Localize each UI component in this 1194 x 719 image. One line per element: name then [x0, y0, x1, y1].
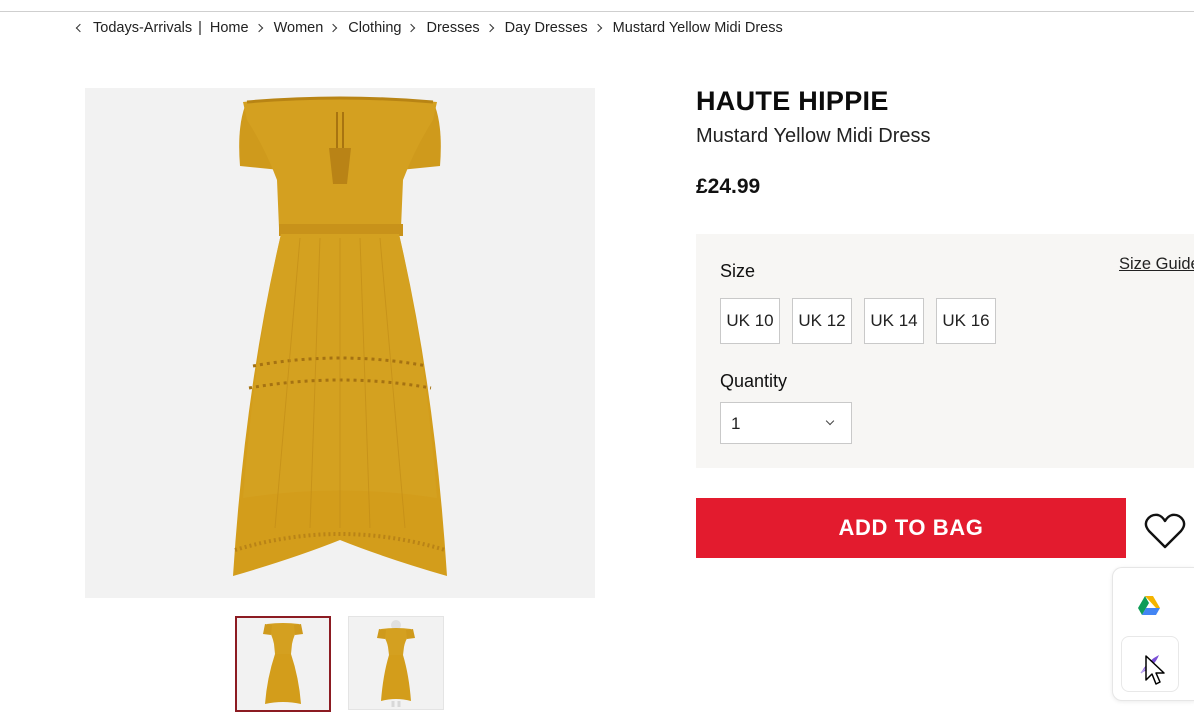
- add-to-bag-button[interactable]: ADD TO BAG: [696, 498, 1126, 558]
- breadcrumb: Todays-Arrivals | Home Women Clothing Dr…: [74, 20, 783, 36]
- chevron-right-icon: [329, 23, 338, 32]
- product-main-image[interactable]: [85, 88, 595, 598]
- breadcrumb-separator: |: [198, 20, 202, 36]
- wishlist-heart-icon[interactable]: [1143, 512, 1187, 550]
- dress-thumbnail-back: [377, 620, 415, 707]
- quantity-select[interactable]: 1: [720, 402, 852, 444]
- size-option-uk16[interactable]: UK 16: [936, 298, 996, 344]
- brand-name[interactable]: HAUTE HIPPIE: [696, 86, 889, 117]
- breadcrumb-women[interactable]: Women: [274, 20, 324, 36]
- quantity-value: 1: [731, 414, 741, 433]
- product-title: Mustard Yellow Midi Dress: [696, 125, 931, 147]
- breadcrumb-home[interactable]: Home: [210, 20, 249, 36]
- size-option-uk10[interactable]: UK 10: [720, 298, 780, 344]
- product-price: £24.99: [696, 175, 761, 198]
- breadcrumb-current[interactable]: Mustard Yellow Midi Dress: [613, 20, 783, 36]
- mouse-cursor-icon: [1144, 654, 1166, 688]
- dress-thumbnail-front: [263, 623, 303, 704]
- back-chevron-icon[interactable]: [74, 23, 86, 33]
- dress-illustration: [233, 96, 447, 576]
- chevron-right-icon: [407, 23, 416, 32]
- top-divider: [0, 0, 1194, 12]
- breadcrumb-dresses[interactable]: Dresses: [426, 20, 479, 36]
- google-drive-icon[interactable]: [1121, 578, 1177, 632]
- breadcrumb-clothing[interactable]: Clothing: [348, 20, 401, 36]
- chevron-right-icon: [593, 23, 602, 32]
- breadcrumb-day-dresses[interactable]: Day Dresses: [505, 20, 588, 36]
- chevron-right-icon: [254, 23, 263, 32]
- thumbnail-back[interactable]: [348, 616, 444, 710]
- thumbnail-front[interactable]: [235, 616, 331, 712]
- chevron-down-icon: [825, 416, 835, 426]
- size-label: Size: [720, 261, 756, 281]
- chevron-right-icon: [485, 23, 494, 32]
- size-option-uk12[interactable]: UK 12: [792, 298, 852, 344]
- quantity-label: Quantity: [720, 371, 788, 391]
- options-panel: Size Size Guide UK 10 UK 12 UK 14 UK 16 …: [696, 234, 1194, 468]
- breadcrumb-back-link[interactable]: Todays-Arrivals: [93, 20, 192, 36]
- size-option-uk14[interactable]: UK 14: [864, 298, 924, 344]
- size-guide-link[interactable]: Size Guide: [1119, 255, 1194, 274]
